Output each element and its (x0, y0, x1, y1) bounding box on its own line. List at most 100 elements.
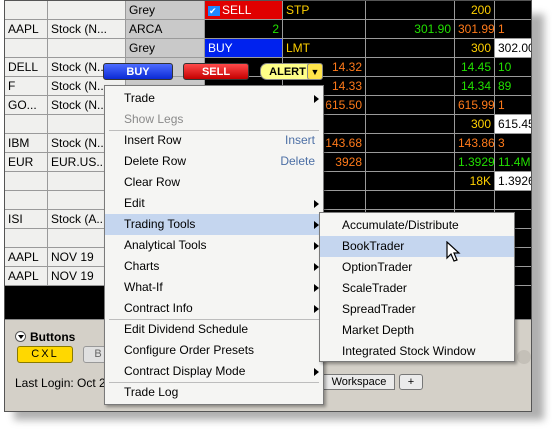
size-cell: 302.00 (495, 39, 531, 58)
buttons-title-label: Buttons (30, 330, 76, 344)
menu-item-contract-display-mode[interactable]: Contract Display Mode (105, 361, 323, 382)
menu-item-show-legs: Show Legs (105, 109, 323, 130)
menu-item-label: Edit (124, 196, 145, 210)
buy-button[interactable]: BUY (103, 63, 173, 80)
instrument-type-cell (48, 39, 126, 58)
grid-row[interactable]: Grey ✔ SELL STP 200 (5, 1, 531, 20)
collapse-icon[interactable] (15, 331, 26, 342)
menu-item-delete-row[interactable]: Delete Row Delete (105, 151, 323, 172)
symbol-cell: DELL (5, 58, 48, 77)
submenu-arrow-icon (314, 368, 319, 376)
ask-cell: 1.3929 (455, 153, 495, 172)
bid-cell (366, 77, 455, 96)
symbol-cell: IBM (5, 134, 48, 153)
action-cell: 2 (205, 20, 283, 39)
size-cell (495, 191, 531, 210)
menu-item-label: Charts (124, 259, 160, 273)
symbol-cell (5, 191, 48, 210)
menu-item-configure-order-presets[interactable]: Configure Order Presets (105, 340, 323, 361)
bid-cell (366, 39, 455, 58)
submenu-arrow-icon (314, 200, 319, 208)
menu-shortcut: Delete (280, 154, 315, 168)
symbol-cell: AAPL (5, 20, 48, 39)
ask-cell (455, 191, 495, 210)
panel-scroll-knob[interactable] (517, 350, 531, 364)
symbol-cell: AAPL (5, 248, 48, 267)
bid-cell (366, 1, 455, 20)
instrument-type-cell (48, 1, 126, 20)
action-cell: ✔ SELL (205, 1, 283, 20)
submenu-item-spreadtrader[interactable]: SpreadTrader (320, 299, 514, 320)
bid-cell (366, 58, 455, 77)
symbol-cell: EUR (5, 153, 48, 172)
menu-item-label: Insert Row (124, 133, 182, 147)
menu-item-charts[interactable]: Charts (105, 256, 323, 277)
order-type-cell: LMT (283, 39, 366, 58)
grid-row[interactable]: Grey BUY LMT 300 302.00 (5, 39, 531, 58)
symbol-cell (5, 1, 48, 20)
order-type-cell: STP (283, 1, 366, 20)
trading-tools-submenu: Accumulate/Distribute BookTrader OptionTra… (319, 212, 515, 362)
menu-item-clear-row[interactable]: Clear Row (105, 172, 323, 193)
route-cell: ARCA (126, 20, 205, 39)
size-cell: 1.39260 (495, 172, 531, 191)
size-cell: 1 (495, 20, 531, 39)
menu-item-label: Delete Row (124, 154, 187, 168)
grid-row[interactable]: AAPL Stock (N... ARCA 2 301.90 301.99 1 (5, 20, 531, 39)
menu-item-label: Analytical Tools (124, 238, 207, 252)
bid-cell: 301.90 (366, 20, 455, 39)
ask-cell: 14.45 (455, 58, 495, 77)
menu-item-trade[interactable]: Trade (105, 88, 323, 109)
checkbox-checked-icon[interactable]: ✔ (208, 6, 221, 16)
menu-item-label: Clear Row (124, 175, 181, 189)
menu-item-label: Trade (124, 91, 155, 105)
menu-item-trading-tools[interactable]: Trading Tools (105, 214, 323, 235)
menu-item-insert-row[interactable]: Insert Row Insert (105, 130, 323, 151)
submenu-item-market-depth[interactable]: Market Depth (320, 320, 514, 341)
menu-item-contract-info[interactable]: Contract Info (105, 298, 323, 319)
ask-cell: 300 (455, 39, 495, 58)
menu-item-edit[interactable]: Edit (105, 193, 323, 214)
sell-button[interactable]: SELL (183, 63, 249, 80)
alert-dropdown-arrow-icon[interactable]: ▼ (307, 63, 323, 80)
last-login-text: Last Login: Oct 2 (15, 376, 106, 390)
bid-cell (366, 153, 455, 172)
ask-cell: 143.86 (455, 134, 495, 153)
submenu-item-scaletrader[interactable]: ScaleTrader (320, 278, 514, 299)
submenu-item-accumulate-distribute[interactable]: Accumulate/Distribute (320, 215, 514, 236)
symbol-cell: AAPL (5, 267, 48, 286)
menu-item-label: Trade Log (124, 385, 179, 399)
menu-item-label: Show Legs (124, 112, 184, 126)
order-type-cell (283, 20, 366, 39)
menu-item-label: Trading Tools (124, 217, 196, 231)
ask-cell: 301.99 (455, 20, 495, 39)
ask-cell: 14.34 (455, 77, 495, 96)
submenu-item-integrated-stock-window[interactable]: Integrated Stock Window (320, 341, 514, 362)
bid-cell (366, 96, 455, 115)
menu-item-edit-dividend-schedule[interactable]: Edit Dividend Schedule (105, 319, 323, 340)
submenu-item-optiontrader[interactable]: OptionTrader (320, 257, 514, 278)
symbol-cell: GO... (5, 96, 48, 115)
cancel-order-button[interactable]: CXL (17, 346, 73, 363)
size-cell: 11.4M (495, 153, 531, 172)
menu-item-label: Contract Info (124, 301, 193, 315)
menu-item-label: Contract Display Mode (124, 364, 246, 378)
instrument-type-cell: Stock (N... (48, 20, 126, 39)
add-tab-button[interactable]: + (399, 374, 423, 390)
symbol-cell (5, 229, 48, 248)
buttons-panel-title: Buttons (15, 330, 75, 344)
ask-cell: 300 (455, 115, 495, 134)
bid-cell (366, 172, 455, 191)
menu-item-analytical-tools[interactable]: Analytical Tools (105, 235, 323, 256)
submenu-item-booktrader[interactable]: BookTrader (320, 236, 514, 257)
route-cell: Grey (126, 39, 205, 58)
menu-item-trade-log[interactable]: Trade Log (105, 382, 323, 403)
workspace-tab[interactable]: Workspace (323, 374, 395, 390)
symbol-cell (5, 115, 48, 134)
context-menu: Trade Show Legs Insert Row Insert Delete Row… (104, 85, 324, 405)
size-cell: 3 (495, 134, 531, 153)
size-cell (495, 1, 531, 20)
menu-item-what-if[interactable]: What-If (105, 277, 323, 298)
action-cell: BUY (205, 39, 283, 58)
bid-cell (366, 191, 455, 210)
